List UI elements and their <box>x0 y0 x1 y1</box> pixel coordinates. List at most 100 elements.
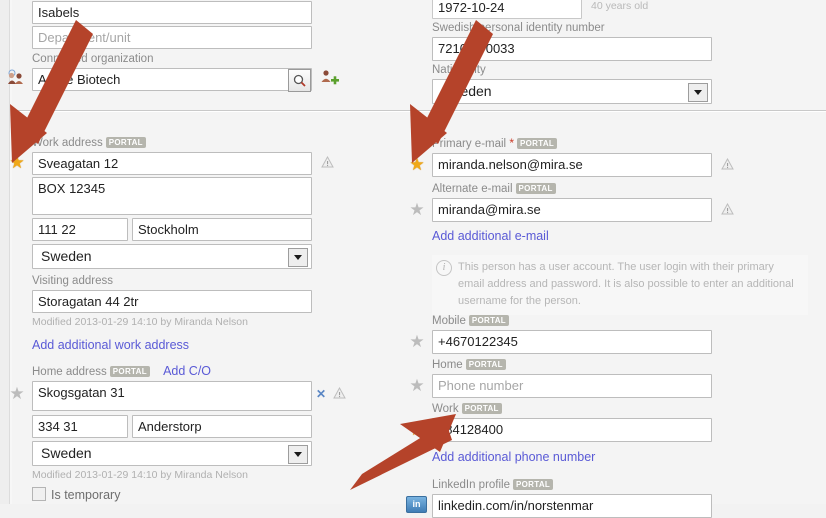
favorite-star-work-phone[interactable]: ★ <box>408 421 426 439</box>
portal-badge: PORTAL <box>461 403 502 414</box>
favorite-star-work-address[interactable]: ★ <box>8 154 26 172</box>
connected-organization-group: Connected organization Active Biotech <box>8 52 339 92</box>
visiting-address-input[interactable]: Storagatan 44 2tr <box>32 290 312 313</box>
organization-icon <box>6 69 26 87</box>
personal-id-label: Swedish personal identity number <box>432 22 605 34</box>
primary-email-group: Primary e-mail * PORTAL ★ miranda.nelson@… <box>409 136 734 177</box>
linkedin-group: LinkedIn profile PORTAL in linkedin.com/i… <box>406 478 712 518</box>
favorite-star-mobile[interactable]: ★ <box>408 333 426 351</box>
home-phone-label-text: Home <box>432 359 463 371</box>
home-address-label-text: Home address <box>32 366 107 378</box>
favorite-star-home-phone[interactable]: ★ <box>408 377 426 395</box>
home-address-label: Home address PORTAL Add C/O <box>32 364 312 379</box>
add-additional-phone-link[interactable]: Add additional phone number <box>432 450 595 464</box>
portal-badge: PORTAL <box>465 359 506 370</box>
work-phone-label-text: Work <box>432 403 459 415</box>
account-info-text: This person has a user account. The user… <box>458 261 794 307</box>
warning-icon[interactable] <box>720 157 734 172</box>
home-address-country-select[interactable]: Sweden <box>32 441 312 466</box>
alternate-email-label: Alternate e-mail PORTAL <box>432 182 712 196</box>
work-address-modified: Modified 2013-01-29 14:10 by Miranda Nel… <box>32 316 248 328</box>
remove-icon[interactable]: ✕ <box>316 387 326 401</box>
nationality-value: Sweden <box>441 83 492 99</box>
warning-icon[interactable] <box>720 202 734 217</box>
favorite-star-alternate-email[interactable]: ★ <box>408 201 426 219</box>
is-temporary-label: Is temporary <box>51 488 121 502</box>
portal-badge: PORTAL <box>105 137 146 148</box>
mobile-group: Mobile PORTAL ★ +4670122345 <box>409 314 712 354</box>
info-icon: i <box>436 260 452 276</box>
nationality-label: Nationality <box>432 64 486 76</box>
department-field-wrap: Department/unit <box>32 26 312 49</box>
work-address-street-input[interactable]: Sveagatan 12 <box>32 152 312 175</box>
alternate-email-input[interactable]: miranda@mira.se <box>432 198 712 222</box>
primary-email-label: Primary e-mail * PORTAL <box>432 136 712 151</box>
work-phone-label: Work PORTAL <box>432 402 712 416</box>
account-info-box: i This person has a user account. The us… <box>432 255 808 315</box>
add-additional-email-link[interactable]: Add additional e-mail <box>432 229 549 243</box>
home-address-country-value: Sweden <box>41 445 92 461</box>
work-phone-input[interactable]: 084128400 <box>432 418 712 442</box>
work-address-group: Work address PORTAL ★ Sveagatan 12 BOX 12… <box>9 136 334 352</box>
visiting-address-label: Visiting address <box>32 275 113 287</box>
chevron-down-icon[interactable] <box>288 248 308 267</box>
work-address-city-input[interactable]: Stockholm <box>132 218 312 241</box>
nationality-group: Nationality Sweden <box>432 63 712 104</box>
home-address-city-input[interactable]: Anderstorp <box>132 415 312 438</box>
mobile-label: Mobile PORTAL <box>432 314 712 328</box>
required-marker: * <box>509 136 514 150</box>
magnifier-icon[interactable] <box>288 69 311 92</box>
age-text: 40 years old <box>591 0 649 12</box>
primary-email-input[interactable]: miranda.nelson@mira.se <box>432 153 712 177</box>
is-temporary-checkbox[interactable] <box>32 487 46 501</box>
birthdate-row: 1972-10-24 40 years old <box>432 0 712 19</box>
favorite-star-home-address[interactable]: ★ <box>8 385 26 403</box>
name-field-wrap: Isabels <box>32 1 312 24</box>
favorite-star-primary-email[interactable]: ★ <box>408 156 426 174</box>
add-co-link[interactable]: Add C/O <box>163 364 211 378</box>
connected-organization-input[interactable]: Active Biotech <box>32 68 312 91</box>
name-input[interactable]: Isabels <box>32 1 312 24</box>
work-address-country-select[interactable]: Sweden <box>32 244 312 269</box>
alternate-email-group: Alternate e-mail PORTAL ★ miranda@mira.se <box>409 182 734 222</box>
warning-icon[interactable] <box>332 386 346 401</box>
warning-icon[interactable] <box>320 155 334 170</box>
nationality-select[interactable]: Sweden <box>432 79 712 104</box>
personal-id-input[interactable]: 721024-0033 <box>432 37 712 61</box>
primary-email-label-text: Primary e-mail <box>432 138 507 150</box>
chevron-down-icon[interactable] <box>688 83 708 102</box>
personal-id-group: Swedish personal identity number 721024-… <box>432 21 712 61</box>
home-address-zip-input[interactable]: 334 31 <box>32 415 128 438</box>
portal-badge: PORTAL <box>513 479 554 490</box>
home-phone-label: Home PORTAL <box>432 358 712 372</box>
alternate-email-label-text: Alternate e-mail <box>432 183 513 195</box>
department-input[interactable]: Department/unit <box>32 26 312 49</box>
work-phone-group: Work PORTAL ★ 084128400 <box>409 402 712 442</box>
mobile-label-text: Mobile <box>432 315 466 327</box>
mobile-input[interactable]: +4670122345 <box>432 330 712 354</box>
add-organization-icon[interactable] <box>320 68 340 91</box>
birthdate-input[interactable]: 1972-10-24 <box>432 0 582 19</box>
portal-badge: PORTAL <box>515 183 556 194</box>
portal-badge: PORTAL <box>109 366 150 377</box>
home-address-modified: Modified 2013-01-29 14:10 by Miranda Nel… <box>32 469 248 481</box>
section-divider-highlight <box>12 111 826 112</box>
home-phone-group: Home PORTAL ★ Phone number <box>409 358 712 398</box>
work-address-zip-input[interactable]: 111 22 <box>32 218 128 241</box>
portal-badge: PORTAL <box>468 315 509 326</box>
home-phone-input[interactable]: Phone number <box>432 374 712 398</box>
linkedin-input[interactable]: linkedin.com/in/norstenmar <box>432 494 712 518</box>
home-address-group: Home address PORTAL Add C/O ★ Skogsgatan … <box>9 364 346 502</box>
work-address-box-input[interactable]: BOX 12345 <box>32 177 312 215</box>
linkedin-label: LinkedIn profile PORTAL <box>432 478 712 492</box>
is-temporary-checkbox-row[interactable]: Is temporary <box>32 487 312 502</box>
portal-badge: PORTAL <box>517 138 558 149</box>
home-address-street-input[interactable]: Skogsgatan 31 <box>32 381 312 411</box>
work-address-label-text: Work address <box>32 137 103 149</box>
add-additional-work-address-link[interactable]: Add additional work address <box>32 338 189 352</box>
contact-edit-form: Isabels Department/unit Connected organi… <box>0 0 826 518</box>
chevron-down-icon[interactable] <box>288 445 308 464</box>
linkedin-label-text: LinkedIn profile <box>432 479 510 491</box>
connected-organization-label: Connected organization <box>32 53 154 65</box>
work-address-label: Work address PORTAL <box>32 136 312 150</box>
